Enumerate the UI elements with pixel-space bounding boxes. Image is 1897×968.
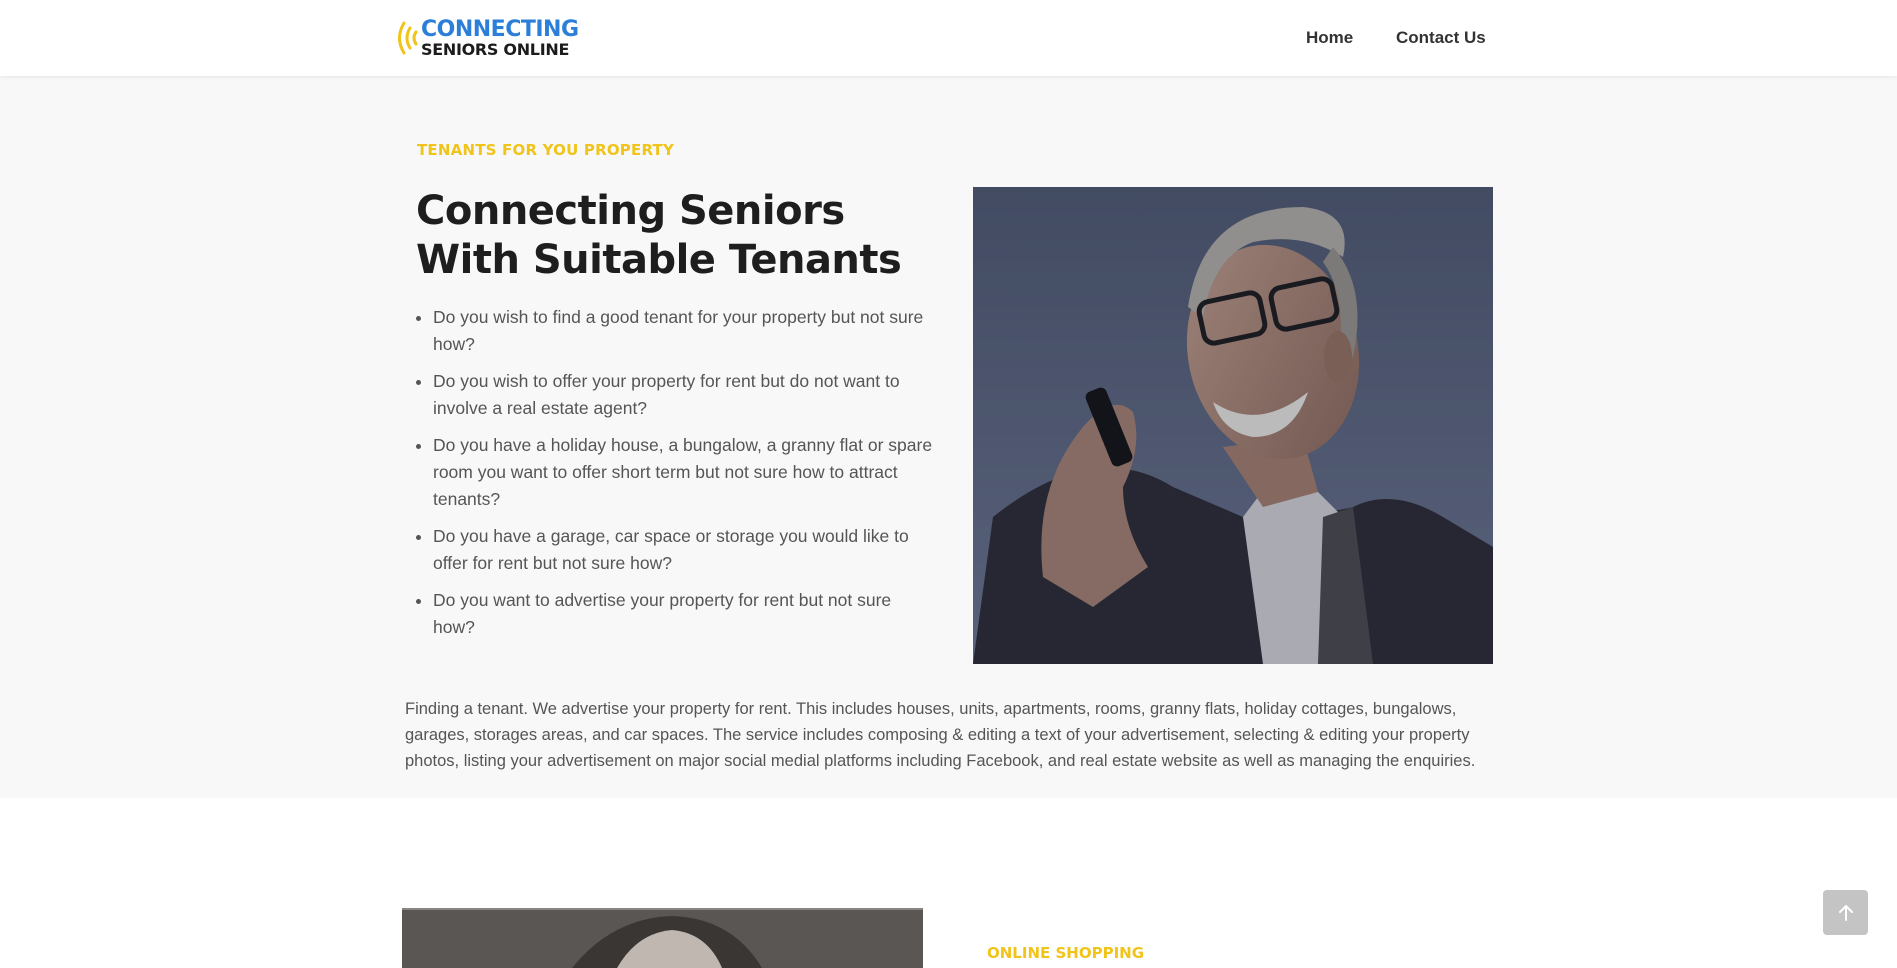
arrow-up-icon xyxy=(1838,904,1853,921)
sound-waves-icon xyxy=(398,21,418,55)
service-description: Finding a tenant. We advertise your prop… xyxy=(405,700,1476,770)
list-item: Do you have a holiday house, a bungalow,… xyxy=(433,432,933,513)
site-logo[interactable]: CONNECTING SENIORS ONLINE xyxy=(392,18,579,58)
question-list: Do you wish to find a good tenant for yo… xyxy=(417,304,933,651)
nav-contact-us-link[interactable]: Contact Us xyxy=(1396,28,1486,48)
back-to-top-button[interactable] xyxy=(1823,890,1868,935)
section-eyebrow: TENANTS FOR YOU PROPERTY xyxy=(417,141,675,159)
list-item: Do you want to advertise your property f… xyxy=(433,587,933,641)
list-item: Do you wish to offer your property for r… xyxy=(433,368,933,422)
section-eyebrow-online-shopping: ONLINE SHOPPING xyxy=(987,944,1145,962)
logo-line-1: CONNECTING xyxy=(421,16,579,42)
list-item: Do you wish to find a good tenant for yo… xyxy=(433,304,933,358)
senior-woman-photo xyxy=(402,908,923,968)
logo-line-2: SENIORS ONLINE xyxy=(421,39,570,59)
list-item: Do you have a garage, car space or stora… xyxy=(433,523,933,577)
senior-man-on-phone-photo xyxy=(973,187,1493,664)
site-header: CONNECTING SENIORS ONLINE Home Contact U… xyxy=(0,0,1897,76)
section-headline: Connecting Seniors With Suitable Tenants xyxy=(416,188,902,283)
nav-home-link[interactable]: Home xyxy=(1306,28,1353,48)
tenants-section xyxy=(0,76,1897,798)
